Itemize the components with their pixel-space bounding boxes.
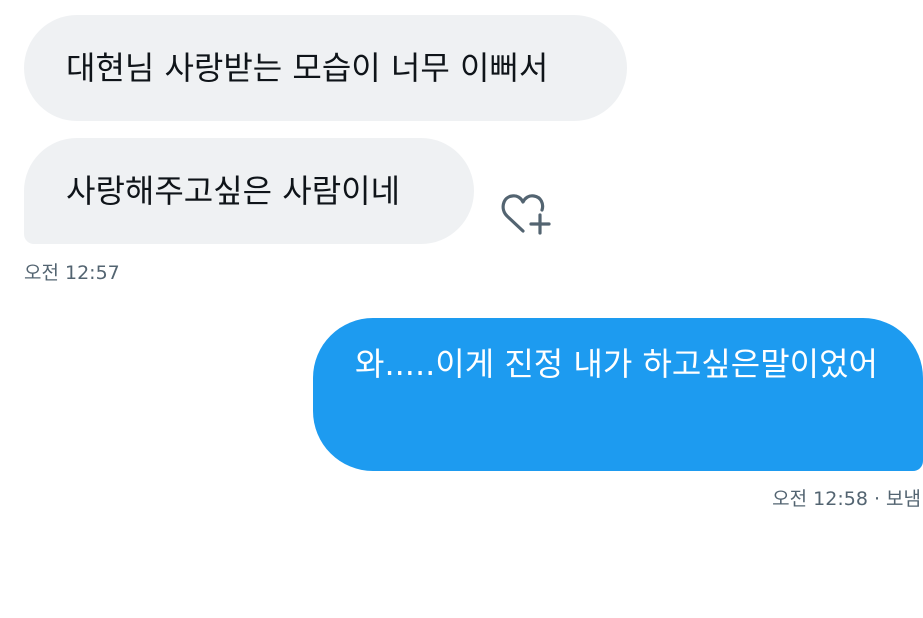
heart-plus-icon[interactable] [497, 189, 553, 241]
received-message-bubble[interactable]: 사랑해주고싶은 사람이네 [24, 138, 474, 244]
message-text: 대현님 사랑받는 모습이 너무 이뻐서 [66, 49, 549, 87]
message-text: 와.....이게 진정 내가 하고싶은말이었어 [355, 345, 878, 383]
message-text: 사랑해주고싶은 사람이네 [66, 172, 401, 210]
sent-message-bubble[interactable]: 와.....이게 진정 내가 하고싶은말이었어 [313, 318, 923, 471]
sent-timestamp: 오전 12:58 · 보냄 [772, 488, 921, 510]
received-message-bubble[interactable]: 대현님 사랑받는 모습이 너무 이뻐서 [24, 15, 627, 121]
received-timestamp: 오전 12:57 [24, 262, 120, 284]
